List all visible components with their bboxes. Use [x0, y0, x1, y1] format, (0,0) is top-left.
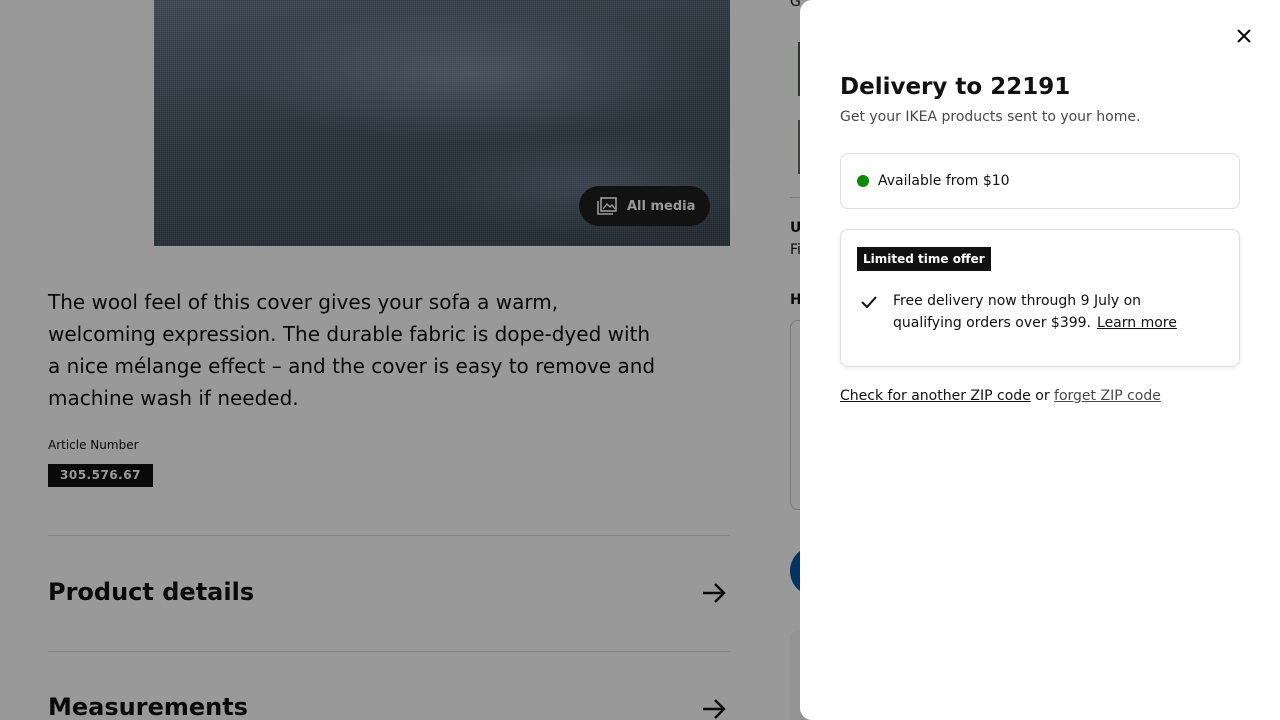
sheet-subtitle: Get your IKEA products sent to your home…	[840, 109, 1141, 125]
offer-text: Free delivery now through 9 July on qual…	[893, 290, 1213, 334]
offer-box: Limited time offer Free delivery now thr…	[840, 229, 1240, 367]
zip-actions: Check for another ZIP code or forget ZIP…	[840, 388, 1161, 404]
forget-zip-link[interactable]: forget ZIP code	[1054, 388, 1161, 404]
availability-text: Available from $10	[878, 173, 1010, 189]
availability-box: Available from $10	[840, 153, 1240, 209]
learn-more-link[interactable]: Learn more	[1097, 315, 1177, 331]
close-icon	[1237, 29, 1251, 43]
checkmark-icon	[861, 296, 877, 309]
limited-offer-badge: Limited time offer	[857, 247, 991, 271]
check-another-zip-link[interactable]: Check for another ZIP code	[840, 388, 1031, 404]
sheet-title: Delivery to 22191	[840, 74, 1071, 100]
status-dot-icon	[857, 175, 869, 187]
zip-separator: or	[1035, 388, 1050, 404]
close-button[interactable]	[1228, 20, 1260, 52]
